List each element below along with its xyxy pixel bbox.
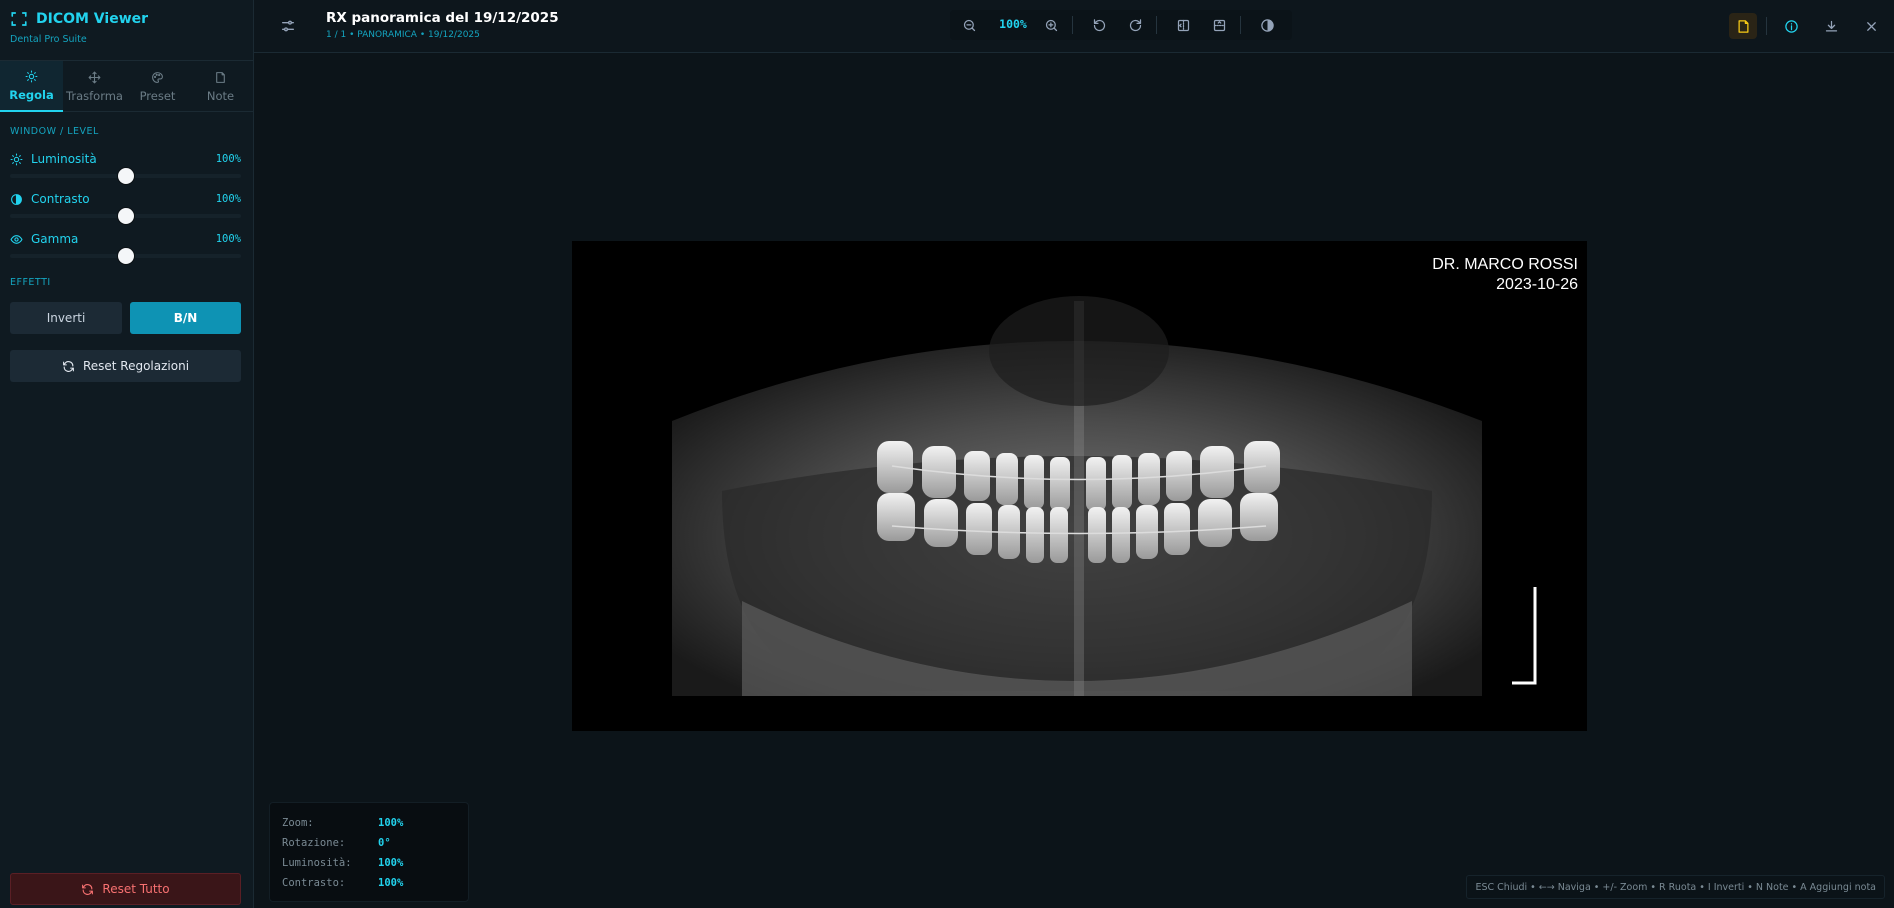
info-value: 100% (378, 877, 404, 889)
slider-luminosita-row: Luminosità 100% (10, 149, 241, 169)
doctor-name: DR. MARCO ROSSI (1432, 256, 1578, 273)
info-icon (1784, 19, 1798, 33)
info-label: Contrasto: (282, 877, 346, 889)
image-toolbar: 100% (950, 10, 1292, 40)
info-row: Luminosità: 100% (282, 853, 456, 873)
tab-label: Preset (139, 88, 176, 103)
image-info-panel: Zoom: 100% Rotazione: 0° Luminosità: 100% C… (269, 802, 469, 902)
download-button[interactable] (1817, 13, 1845, 39)
reset-adjustments-button[interactable]: Reset Regolazioni (10, 350, 241, 382)
toolbar-divider (1766, 17, 1767, 35)
zoom-in-icon (1045, 19, 1057, 31)
tab-preset[interactable]: Preset (126, 61, 189, 112)
xray-annotation: DR. MARCO ROSSI 2023-10-26 (1432, 255, 1578, 295)
info-row: Contrasto: 100% (282, 873, 456, 893)
app-title: DICOM Viewer (36, 11, 149, 27)
close-button[interactable] (1857, 13, 1885, 39)
tab-note[interactable]: Note (189, 61, 252, 112)
note-icon (216, 71, 225, 83)
gamma-slider[interactable] (10, 248, 241, 264)
toolbar-divider (1072, 16, 1073, 34)
luminosita-slider[interactable] (10, 168, 241, 184)
panoramic-xray-graphic (672, 296, 1537, 696)
info-row: Zoom: 100% (282, 813, 456, 833)
button-label: Reset Tutto (102, 882, 170, 896)
scan-frame-icon (11, 12, 27, 26)
slider-gamma-row: Gamma 100% (10, 229, 241, 249)
keyboard-shortcuts-hint: ESC Chiudi • ←→ Naviga • +/- Zoom • R Ru… (1466, 875, 1885, 899)
info-value: 100% (378, 817, 404, 829)
page-title: RX panoramica del 19/12/2025 (326, 10, 559, 26)
topbar: RX panoramica del 19/12/2025 1 / 1 • PAN… (254, 0, 1894, 53)
reset-all-button[interactable]: Reset Tutto (10, 873, 241, 905)
move-icon (88, 71, 101, 83)
window-level-label: WINDOW / LEVEL (10, 126, 99, 137)
notes-button[interactable] (1729, 13, 1757, 39)
tab-label: Trasforma (66, 88, 123, 103)
contrasto-slider[interactable] (10, 208, 241, 224)
brand: DICOM Viewer Dental Pro Suite (10, 10, 148, 45)
zoom-out-button[interactable] (958, 15, 980, 35)
app-subtitle: Dental Pro Suite (10, 34, 87, 45)
sun-icon (25, 70, 38, 82)
note-icon (1738, 19, 1748, 33)
palette-icon (152, 71, 163, 83)
info-label: Luminosità: (282, 857, 352, 869)
download-icon (1825, 20, 1837, 31)
slider-thumb[interactable] (117, 168, 134, 184)
info-value: 100% (378, 857, 404, 869)
toolbar-divider (1156, 16, 1157, 34)
slider-thumb[interactable] (117, 248, 134, 264)
invert-toggle-button[interactable] (1256, 15, 1278, 35)
info-button[interactable] (1777, 13, 1805, 39)
tab-trasforma[interactable]: Trasforma (63, 61, 126, 112)
info-value: 0° (378, 837, 391, 849)
flip-vertical-button[interactable] (1208, 15, 1230, 35)
slider-label: Luminosità (31, 152, 97, 166)
toolbar-divider (1240, 16, 1241, 34)
slider-contrasto-row: Contrasto 100% (10, 189, 241, 209)
sliders-icon (282, 20, 294, 32)
flip-horizontal-icon (1177, 19, 1189, 31)
zoom-out-icon (963, 19, 975, 31)
tab-regola[interactable]: Regola (0, 61, 63, 112)
sun-icon (10, 153, 23, 165)
contrast-icon (11, 193, 22, 205)
info-label: Rotazione: (282, 837, 346, 849)
rotate-ccw-icon (1093, 18, 1105, 31)
slider-label: Contrasto (31, 192, 90, 206)
image-date: 2023-10-26 (1496, 276, 1578, 293)
tab-label: Regola (9, 87, 54, 102)
flip-horizontal-button[interactable] (1172, 15, 1194, 35)
rotate-left-button[interactable] (1088, 15, 1110, 35)
flip-vertical-icon (1213, 19, 1225, 31)
info-label: Zoom: (282, 817, 314, 829)
slider-label: Gamma (31, 232, 79, 246)
zoom-in-button[interactable] (1040, 15, 1062, 35)
close-icon (1866, 21, 1876, 31)
bw-button[interactable]: B/N (130, 302, 241, 334)
refresh-icon (82, 883, 94, 895)
slider-thumb[interactable] (117, 208, 134, 224)
rotate-right-button[interactable] (1124, 15, 1146, 35)
contrast-icon (1260, 18, 1274, 32)
dicom-viewer-app: DICOM Viewer Dental Pro Suite Regola Tra… (0, 0, 1894, 908)
xray-image[interactable]: DR. MARCO ROSSI 2023-10-26 (572, 241, 1587, 731)
button-label: Reset Regolazioni (82, 359, 190, 373)
refresh-icon (63, 360, 74, 372)
eye-icon (10, 234, 23, 244)
zoom-level: 100% (999, 17, 1027, 31)
page-subtitle: 1 / 1 • PANORAMICA • 19/12/2025 (326, 30, 480, 40)
settings-sliders-button[interactable] (276, 14, 300, 38)
slider-value: 100% (215, 153, 241, 165)
sidebar-tabs: Regola Trasforma Preset Note (0, 60, 254, 112)
info-row: Rotazione: 0° (282, 833, 456, 853)
invert-button[interactable]: Inverti (10, 302, 122, 334)
slider-value: 100% (215, 233, 241, 245)
tab-label: Note (206, 88, 235, 103)
rotate-cw-icon (1129, 18, 1141, 31)
slider-value: 100% (215, 193, 241, 205)
sidebar: DICOM Viewer Dental Pro Suite Regola Tra… (0, 0, 254, 908)
effects-label: EFFETTI (10, 277, 51, 288)
